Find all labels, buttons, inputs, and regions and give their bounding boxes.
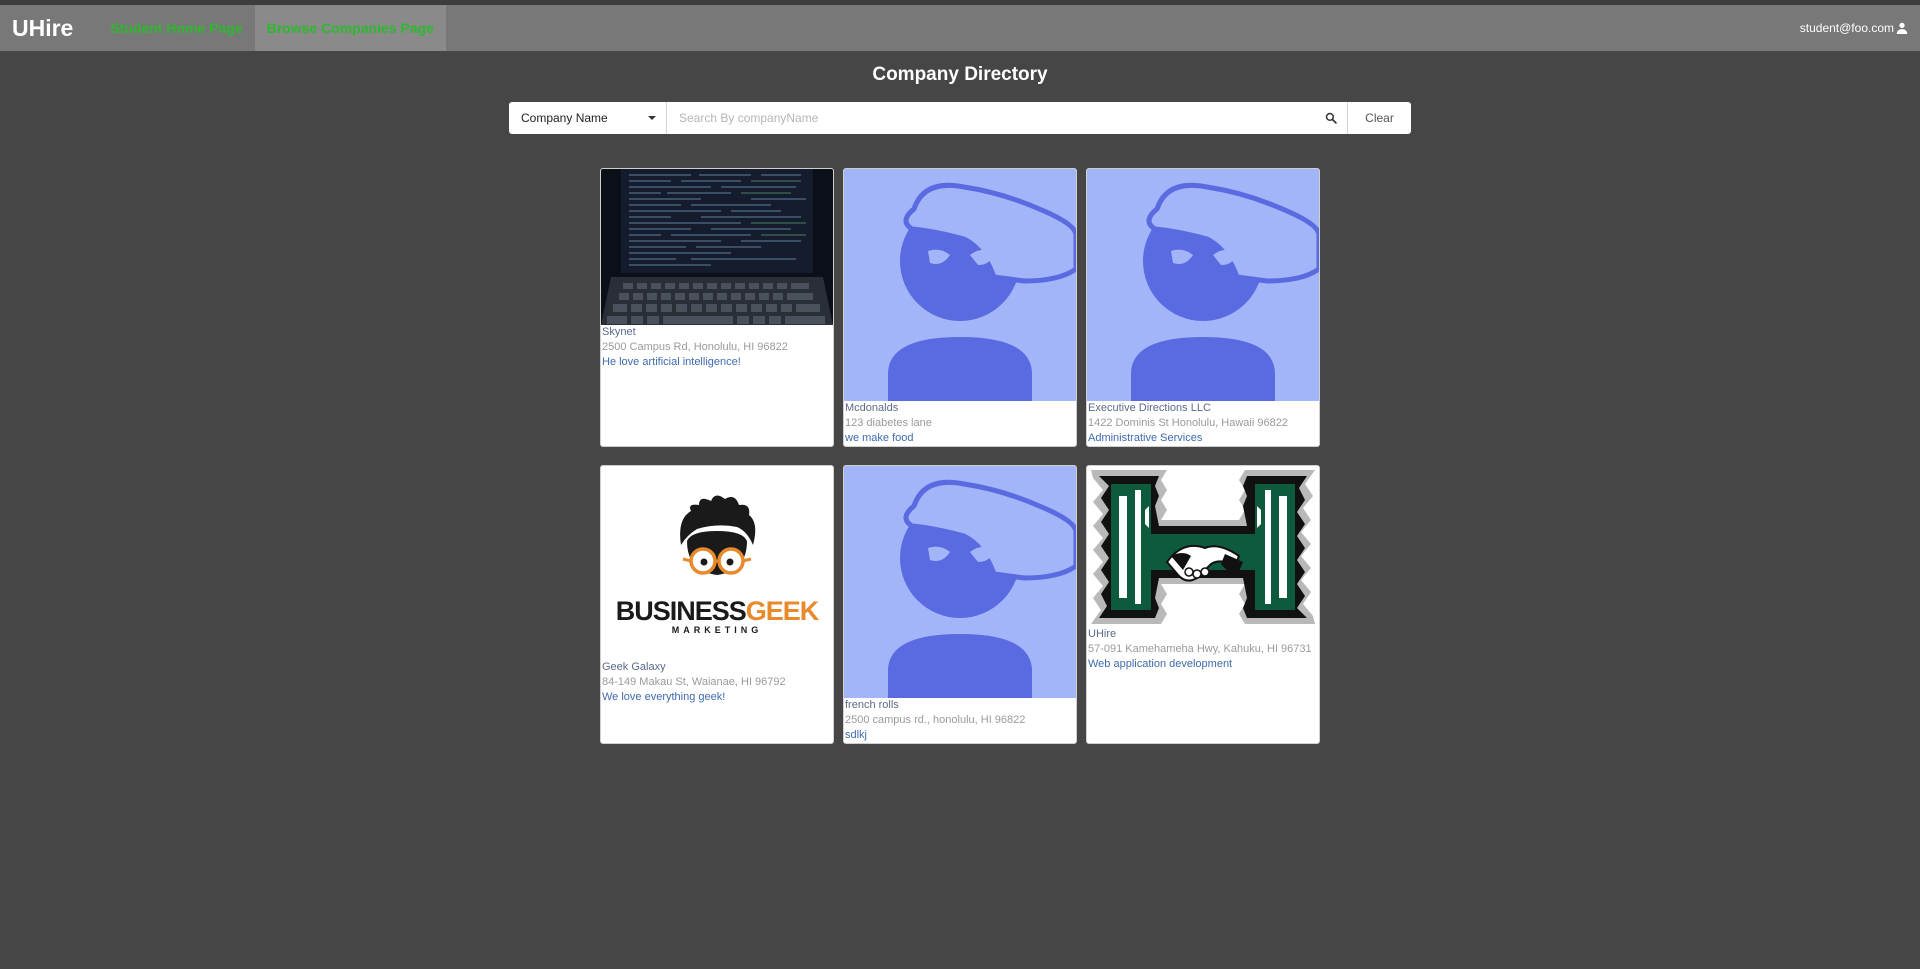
nav-browse-companies[interactable]: Browse Companies Page bbox=[254, 5, 446, 51]
company-description: He love artificial intelligence! bbox=[602, 356, 741, 368]
navbar: UHire Student Home Page Browse Companies… bbox=[0, 5, 1920, 51]
company-info: Geek Galaxy 84-149 Makau St, Waianae, HI… bbox=[601, 660, 833, 705]
clear-button[interactable]: Clear bbox=[1347, 102, 1411, 134]
search-icon bbox=[1325, 112, 1337, 124]
company-info: UHire 57-091 Kamehameha Hwy, Kahuku, HI … bbox=[1087, 627, 1319, 672]
company-address: 84-149 Makau St, Waianae, HI 96792 bbox=[602, 676, 786, 688]
logo-tagline: MARKETING bbox=[671, 625, 763, 635]
company-name[interactable]: Mcdonalds bbox=[845, 401, 1076, 416]
company-info: Executive Directions LLC 1422 Dominis St… bbox=[1087, 401, 1319, 446]
logo-word-business: BUSINESS bbox=[615, 596, 747, 626]
default-avatar-image bbox=[844, 169, 1076, 401]
logo-word-geek: GEEK bbox=[745, 596, 820, 626]
page-title: Company Directory bbox=[872, 64, 1048, 85]
company-grid: Skynet 2500 Campus Rd, Honolulu, HI 9682… bbox=[600, 168, 1320, 744]
company-address: 57-091 Kamehameha Hwy, Kahuku, HI 96731 bbox=[1088, 643, 1312, 655]
search-input[interactable] bbox=[667, 102, 1315, 134]
company-address: 1422 Dominis St Honolulu, Hawaii 96822 bbox=[1088, 417, 1288, 429]
search-filter-value: Company Name bbox=[521, 111, 608, 125]
company-name[interactable]: Geek Galaxy bbox=[602, 660, 833, 675]
default-avatar-image bbox=[1087, 169, 1319, 401]
company-description: we make food bbox=[845, 432, 914, 444]
business-geek-logo: BUSINESSGEEK MARKETING bbox=[601, 466, 833, 660]
company-name[interactable]: Skynet bbox=[602, 325, 833, 340]
company-card[interactable]: BUSINESSGEEK MARKETING Geek Galaxy 84-14… bbox=[600, 465, 834, 744]
company-card[interactable]: Mcdonalds 123 diabetes lane we make food bbox=[843, 168, 1077, 447]
user-menu[interactable]: student@foo.com bbox=[1800, 5, 1920, 51]
company-address: 2500 campus rd., honolulu, HI 96822 bbox=[845, 714, 1026, 726]
brand-logo[interactable]: UHire bbox=[0, 5, 98, 51]
hawaii-h-handshake-logo bbox=[1087, 466, 1319, 627]
company-description: sdlkj bbox=[845, 729, 868, 741]
search-bar: Company Name Clear bbox=[509, 102, 1411, 134]
company-card[interactable]: UHire 57-091 Kamehameha Hwy, Kahuku, HI … bbox=[1086, 465, 1320, 744]
search-button[interactable] bbox=[1315, 102, 1347, 134]
company-description: Web application development bbox=[1088, 658, 1233, 670]
company-image-laptop bbox=[601, 169, 833, 325]
company-name[interactable]: UHire bbox=[1088, 627, 1319, 642]
user-email: student@foo.com bbox=[1799, 21, 1894, 35]
company-card[interactable]: french rolls 2500 campus rd., honolulu, … bbox=[843, 465, 1077, 744]
company-description: We love everything geek! bbox=[602, 691, 726, 703]
nav-student-home[interactable]: Student Home Page bbox=[98, 5, 254, 51]
search-filter-dropdown[interactable]: Company Name bbox=[509, 102, 667, 134]
company-description: Administrative Services bbox=[1088, 432, 1203, 444]
caret-down-icon bbox=[648, 116, 656, 120]
company-card[interactable]: Skynet 2500 Campus Rd, Honolulu, HI 9682… bbox=[600, 168, 834, 447]
company-address: 2500 Campus Rd, Honolulu, HI 96822 bbox=[602, 341, 788, 353]
company-info: french rolls 2500 campus rd., honolulu, … bbox=[844, 698, 1076, 743]
user-icon bbox=[1896, 22, 1908, 34]
company-name[interactable]: french rolls bbox=[845, 698, 1076, 713]
company-info: Skynet 2500 Campus Rd, Honolulu, HI 9682… bbox=[601, 325, 833, 370]
company-info: Mcdonalds 123 diabetes lane we make food bbox=[844, 401, 1076, 446]
company-address: 123 diabetes lane bbox=[845, 417, 932, 429]
default-avatar-image bbox=[844, 466, 1076, 698]
company-card[interactable]: Executive Directions LLC 1422 Dominis St… bbox=[1086, 168, 1320, 447]
company-name[interactable]: Executive Directions LLC bbox=[1088, 401, 1319, 416]
